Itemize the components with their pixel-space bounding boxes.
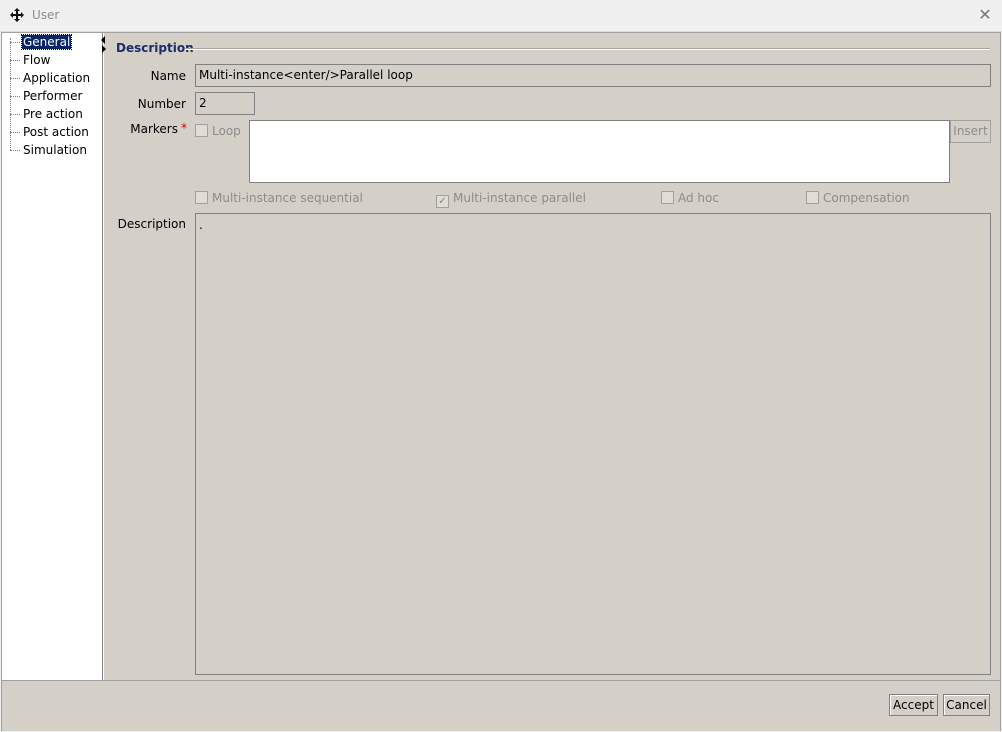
insert-button[interactable]: Insert bbox=[950, 120, 991, 143]
section-divider bbox=[185, 48, 990, 50]
markers-label: Markers bbox=[130, 122, 178, 136]
description-textarea[interactable]: . bbox=[195, 213, 991, 675]
checkmark-icon: ✓ bbox=[436, 195, 449, 208]
section-title: Description bbox=[116, 41, 194, 55]
expand-right-icon[interactable] bbox=[102, 45, 106, 53]
window-title: User bbox=[32, 8, 60, 22]
option-label: Ad hoc bbox=[678, 191, 719, 205]
option-label: Compensation bbox=[823, 191, 910, 205]
move-cross-icon bbox=[10, 8, 24, 22]
loop-checkbox[interactable]: Loop bbox=[195, 124, 241, 140]
checkbox-icon bbox=[806, 191, 819, 204]
name-label: Name bbox=[150, 69, 186, 83]
checkbox-icon bbox=[195, 191, 208, 204]
nav-item-label: Performer bbox=[23, 89, 83, 103]
nav-item-label: Flow bbox=[23, 53, 51, 67]
number-field[interactable]: 2 bbox=[195, 92, 255, 115]
compensation-checkbox[interactable]: Compensation bbox=[806, 191, 910, 207]
tree-connector bbox=[10, 38, 11, 150]
required-marker: * bbox=[181, 121, 187, 135]
ad-hoc-checkbox[interactable]: Ad hoc bbox=[661, 191, 719, 207]
multi-instance-sequential-checkbox[interactable]: Multi-instance sequential bbox=[195, 191, 363, 207]
nav-item-label: Simulation bbox=[23, 143, 87, 157]
cancel-button[interactable]: Cancel bbox=[943, 694, 990, 716]
description-label: Description bbox=[117, 217, 186, 231]
name-field[interactable]: Multi-instance<enter/>Parallel loop bbox=[195, 64, 991, 87]
loop-label: Loop bbox=[212, 124, 241, 138]
option-label: Multi-instance sequential bbox=[212, 191, 363, 205]
nav-item-label: Post action bbox=[23, 125, 89, 139]
option-label: Multi-instance parallel bbox=[453, 191, 586, 205]
checkbox-icon bbox=[661, 191, 674, 204]
number-label: Number bbox=[137, 97, 186, 111]
nav-item-label: Application bbox=[23, 71, 91, 85]
accept-button[interactable]: Accept bbox=[889, 694, 938, 716]
markers-textarea[interactable] bbox=[249, 120, 950, 183]
checkbox-icon bbox=[195, 124, 208, 137]
close-icon[interactable]: ✕ bbox=[976, 6, 994, 24]
title-bar: User ✕ bbox=[0, 0, 1002, 32]
multi-instance-parallel-checkbox[interactable]: ✓ Multi-instance parallel bbox=[436, 191, 586, 208]
collapse-left-icon[interactable] bbox=[101, 36, 105, 44]
button-bar bbox=[2, 680, 1000, 731]
nav-item-label: General bbox=[20, 34, 73, 50]
nav-item-label: Pre action bbox=[23, 107, 83, 121]
